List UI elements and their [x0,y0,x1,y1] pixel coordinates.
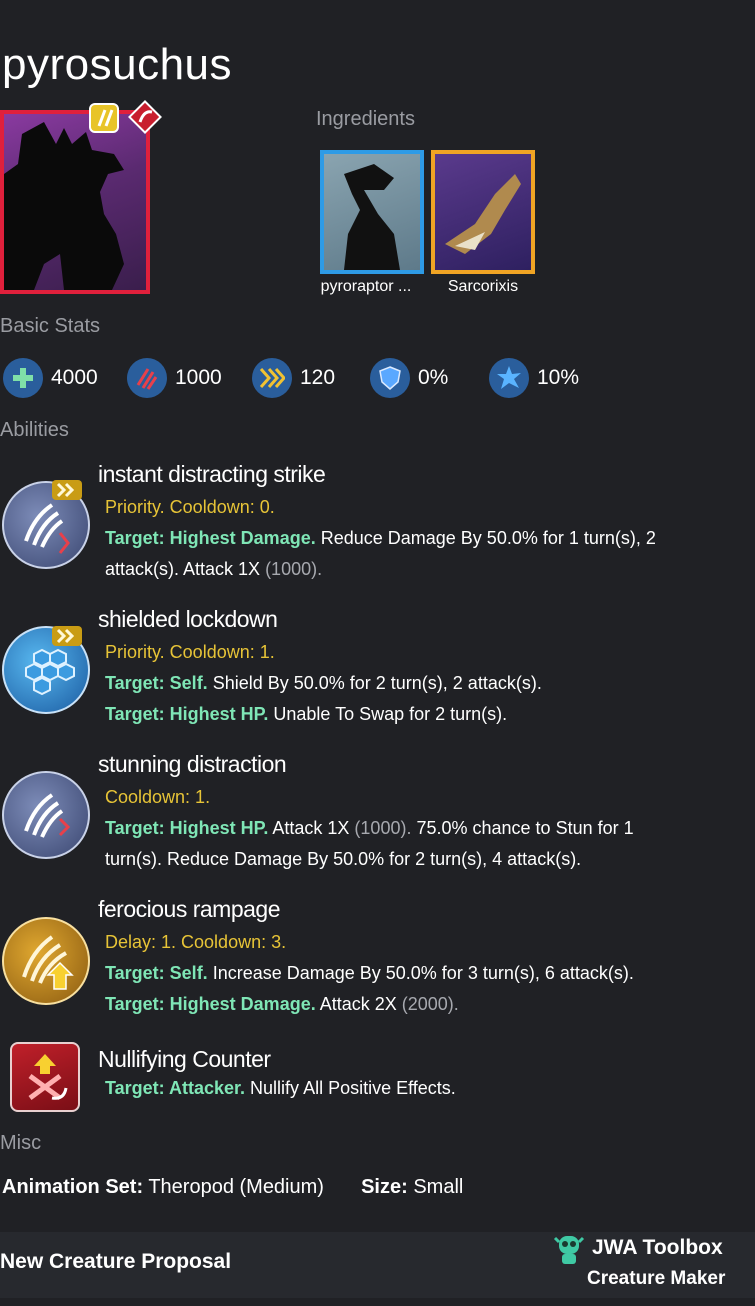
ability-ferocious-rampage[interactable]: ferocious rampage Delay: 1. Cooldown: 3.… [98,896,634,1020]
damage-claw-icon [127,358,167,398]
speed-chevron-icon [252,358,292,398]
creature-portrait[interactable] [0,110,150,294]
stat-critical: 10% [489,358,579,398]
ability-stunning-distraction-icon[interactable] [2,771,90,859]
nullifying-counter-icon[interactable] [10,1042,80,1112]
ingredients-label: Ingredients [316,108,415,130]
ingredient-name: pyroraptor ... [320,278,412,295]
stat-armor: 0% [370,358,448,398]
footer-title: New Creature Proposal [0,1250,232,1273]
creature-silhouette [4,122,124,290]
class-badge-icon [128,100,162,134]
stat-health: 4000 [3,358,98,398]
footer-brand: JWA Toolbox [592,1236,723,1259]
ability-shielded-lockdown[interactable]: shielded lockdown Priority. Cooldown: 1.… [98,606,542,730]
ability-nullifying-counter[interactable]: Nullifying Counter Target: Attacker. Nul… [98,1046,456,1104]
footer-subtitle: Creature Maker [587,1268,726,1289]
priority-chevron-icon [52,480,82,500]
toolbox-logo-icon [553,1232,585,1266]
ability-stunning-distraction[interactable]: stunning distraction Cooldown: 1. Target… [98,751,634,875]
rarity-badge-icon [86,100,119,133]
creature-name: pyrosuchus [2,40,233,89]
basic-stats-label: Basic Stats [0,315,101,337]
misc-details: Animation Set: Theropod (Medium) Size: S… [2,1176,464,1198]
ingredient-card-sarcorixis[interactable] [431,150,535,274]
armor-shield-icon [370,358,410,398]
ingredient-name: Sarcorixis [447,278,519,295]
stat-damage: 1000 [127,358,222,398]
stat-speed: 120 [252,358,335,398]
ability-instant-distracting-strike[interactable]: instant distracting strike Priority. Coo… [98,461,656,585]
priority-chevron-icon [52,626,82,646]
ingredient-card-pyroraptor[interactable] [320,150,424,274]
health-plus-icon [3,358,43,398]
ability-ferocious-rampage-icon[interactable] [2,917,90,1005]
critical-burst-icon [489,358,529,398]
abilities-label: Abilities [0,419,69,441]
misc-label: Misc [0,1132,42,1154]
